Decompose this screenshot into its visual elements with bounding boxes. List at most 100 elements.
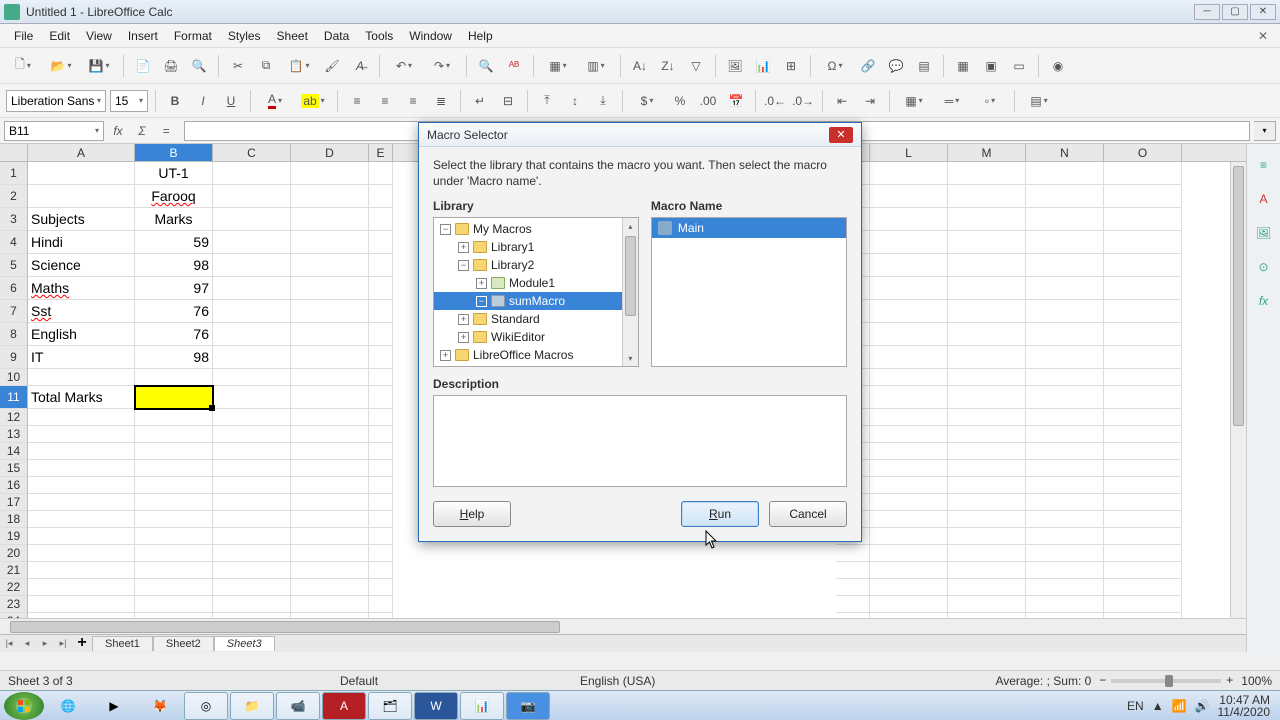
- row-header[interactable]: 17: [0, 494, 28, 511]
- col-button[interactable]: ▥: [579, 54, 613, 78]
- row-header[interactable]: 4: [0, 231, 28, 254]
- help-button[interactable]: Help: [433, 501, 511, 527]
- cell[interactable]: [135, 545, 213, 562]
- freeze-button[interactable]: ▦: [951, 54, 975, 78]
- cell[interactable]: [1104, 426, 1182, 443]
- cell[interactable]: [1104, 231, 1182, 254]
- cell[interactable]: [948, 528, 1026, 545]
- split-button[interactable]: ▣: [979, 54, 1003, 78]
- export-pdf-button[interactable]: 📄: [131, 54, 155, 78]
- header-footer-button[interactable]: ▤: [912, 54, 936, 78]
- cell[interactable]: [948, 254, 1026, 277]
- cell[interactable]: 97: [135, 277, 213, 300]
- cell[interactable]: 98: [135, 254, 213, 277]
- cell[interactable]: [28, 596, 135, 613]
- merge-button[interactable]: ⊟: [496, 89, 520, 113]
- cell[interactable]: [291, 208, 369, 231]
- cell[interactable]: [135, 528, 213, 545]
- tab-nav-prev[interactable]: ◂: [18, 636, 36, 652]
- cell[interactable]: [369, 300, 393, 323]
- number-button[interactable]: .00: [696, 89, 720, 113]
- cell[interactable]: [291, 494, 369, 511]
- cell[interactable]: [291, 409, 369, 426]
- function-wizard-icon[interactable]: fx: [108, 121, 128, 141]
- cell[interactable]: [1026, 369, 1104, 386]
- align-left-button[interactable]: ≡: [345, 89, 369, 113]
- cell[interactable]: [1026, 162, 1104, 185]
- cell[interactable]: [291, 300, 369, 323]
- cell[interactable]: [369, 511, 393, 528]
- cell[interactable]: Science: [28, 254, 135, 277]
- col-header-n[interactable]: N: [1026, 144, 1104, 161]
- cell[interactable]: [870, 231, 948, 254]
- cell[interactable]: [836, 545, 870, 562]
- vertical-scrollbar[interactable]: [1230, 162, 1246, 618]
- cell[interactable]: [948, 562, 1026, 579]
- cell[interactable]: [213, 386, 291, 409]
- cell[interactable]: [1104, 562, 1182, 579]
- cell[interactable]: [213, 511, 291, 528]
- cell[interactable]: [870, 443, 948, 460]
- align-justify-button[interactable]: ≣: [429, 89, 453, 113]
- cell[interactable]: [135, 426, 213, 443]
- cell[interactable]: [870, 300, 948, 323]
- formula-expand-icon[interactable]: ▾: [1254, 121, 1276, 141]
- cell[interactable]: [135, 494, 213, 511]
- cell[interactable]: [369, 443, 393, 460]
- sidebar-gallery-icon[interactable]: 🖼: [1253, 222, 1275, 244]
- cell[interactable]: [870, 386, 948, 409]
- cell[interactable]: [948, 208, 1026, 231]
- cell[interactable]: [1026, 579, 1104, 596]
- formula-icon[interactable]: =: [156, 121, 176, 141]
- cell[interactable]: [213, 323, 291, 346]
- cell[interactable]: [369, 528, 393, 545]
- tab-sheet3[interactable]: Sheet3: [214, 636, 275, 651]
- cell[interactable]: [135, 369, 213, 386]
- cell[interactable]: [1026, 596, 1104, 613]
- copy-button[interactable]: ⧉: [254, 54, 278, 78]
- minimize-button[interactable]: ─: [1194, 4, 1220, 20]
- cell[interactable]: English: [28, 323, 135, 346]
- cell[interactable]: [369, 346, 393, 369]
- find-button[interactable]: 🔍: [474, 54, 498, 78]
- cell[interactable]: [291, 346, 369, 369]
- date-button[interactable]: 📅: [724, 89, 748, 113]
- row-header[interactable]: 18: [0, 511, 28, 528]
- cell[interactable]: [291, 426, 369, 443]
- row-header[interactable]: 14: [0, 443, 28, 460]
- cell[interactable]: [1026, 460, 1104, 477]
- cell[interactable]: [28, 494, 135, 511]
- cell[interactable]: Farooq: [135, 185, 213, 208]
- cell[interactable]: [213, 494, 291, 511]
- cell[interactable]: [870, 254, 948, 277]
- cell[interactable]: [369, 231, 393, 254]
- cell[interactable]: [870, 369, 948, 386]
- taskbar-zoom-icon[interactable]: 📹: [276, 692, 320, 720]
- cell[interactable]: [870, 409, 948, 426]
- zoom-slider[interactable]: [1111, 679, 1221, 683]
- cell[interactable]: [1026, 443, 1104, 460]
- cell[interactable]: [135, 386, 213, 409]
- wrap-button[interactable]: ↵: [468, 89, 492, 113]
- cell[interactable]: [1026, 511, 1104, 528]
- cell[interactable]: [291, 477, 369, 494]
- cut-button[interactable]: ✂: [226, 54, 250, 78]
- row-header[interactable]: 12: [0, 409, 28, 426]
- cell[interactable]: [28, 579, 135, 596]
- row-header[interactable]: 9: [0, 346, 28, 369]
- row-header[interactable]: 11: [0, 386, 28, 409]
- sort-asc-button[interactable]: A↓: [628, 54, 652, 78]
- row-header[interactable]: 2: [0, 185, 28, 208]
- library-tree[interactable]: −My Macros +Library1 −Library2 +Module1 …: [433, 217, 639, 367]
- sidebar-properties-icon[interactable]: ≡: [1253, 154, 1275, 176]
- insert-chart-button[interactable]: 📊: [751, 54, 775, 78]
- cell[interactable]: [948, 277, 1026, 300]
- cell[interactable]: [213, 300, 291, 323]
- status-aggregate[interactable]: Average: ; Sum: 0: [995, 674, 1091, 688]
- cell[interactable]: [1104, 185, 1182, 208]
- cell[interactable]: [135, 579, 213, 596]
- cell[interactable]: [28, 528, 135, 545]
- indent-dec-button[interactable]: ⇤: [830, 89, 854, 113]
- status-zoom[interactable]: 100%: [1241, 674, 1272, 688]
- valign-bot-button[interactable]: ⤓: [591, 89, 615, 113]
